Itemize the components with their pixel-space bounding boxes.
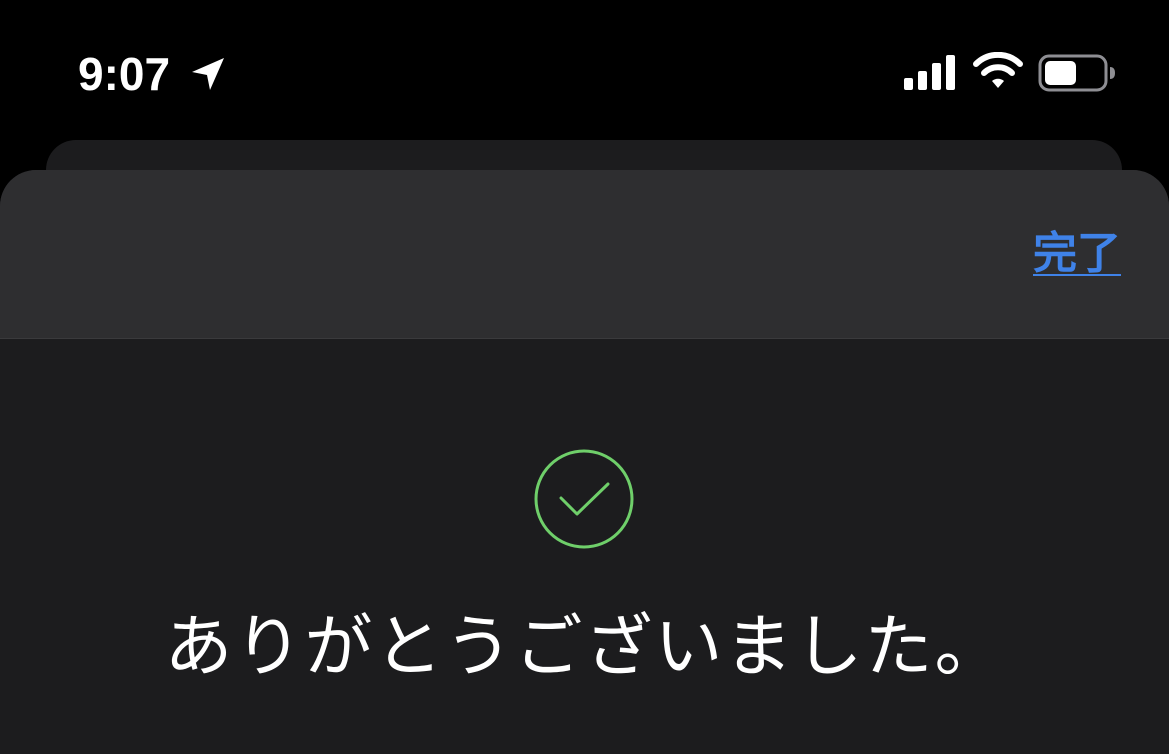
cellular-signal-icon (904, 55, 955, 90)
thank-you-message: ありがとうございました。 (164, 608, 1005, 687)
status-time: 9:07 (78, 48, 171, 100)
status-bar: 9:07 (0, 0, 1169, 140)
sheet-header: 完了 (0, 170, 1169, 339)
done-button[interactable]: 完了 (1033, 226, 1121, 282)
location-arrow-icon (192, 58, 224, 90)
wifi-icon (973, 52, 1023, 88)
battery-icon (1038, 54, 1115, 92)
modal-sheet: 完了 ありがとうございました。 (0, 170, 1169, 754)
checkmark-circle-icon (534, 449, 634, 549)
screen: 9:07 完了 ありがとうございました。 (0, 0, 1169, 754)
